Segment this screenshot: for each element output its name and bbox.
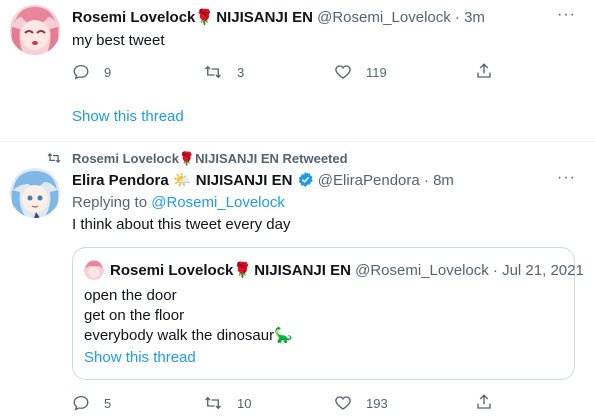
display-name[interactable]: Elira Pendora <box>72 172 169 189</box>
retweet-icon <box>203 63 223 81</box>
quote-avatar <box>84 260 104 280</box>
sun-emoji: 🌤️ <box>172 172 192 189</box>
more-options-button[interactable]: ··· <box>557 6 576 24</box>
handle[interactable]: @EliraPendora <box>318 172 420 189</box>
show-thread-link[interactable]: Show this thread <box>72 108 184 125</box>
replying-to-label: Replying to <box>72 194 148 211</box>
share-button[interactable] <box>475 393 493 411</box>
share-button[interactable] <box>475 62 493 80</box>
retweet-count: 10 <box>237 395 252 411</box>
quote-affiliation: NIJISANJI EN <box>254 262 351 279</box>
avatar[interactable] <box>10 5 60 55</box>
replying-to-handle[interactable]: @Rosemi_Lovelock <box>151 194 285 211</box>
reply-icon <box>72 394 90 412</box>
like-count: 119 <box>366 64 387 80</box>
more-options-button[interactable]: ··· <box>557 169 576 187</box>
reply-icon <box>72 63 90 81</box>
retweet-button[interactable]: 10 <box>203 394 251 412</box>
retweet-icon <box>203 394 223 412</box>
dinosaur-emoji: 🦕 <box>274 327 293 344</box>
affiliation[interactable]: NIJISANJI EN <box>196 172 293 189</box>
retweet-context[interactable]: Rosemi Lovelock🌹NIJISANJI EN Retweeted <box>72 151 348 167</box>
quote-header: Rosemi Lovelock🌹 NIJISANJI EN @Rosemi_Lo… <box>110 261 584 279</box>
verified-icon <box>297 171 314 192</box>
reply-button[interactable]: 9 <box>72 63 111 81</box>
share-icon <box>475 393 493 411</box>
rose-emoji: 🌹 <box>233 262 253 279</box>
quote-line: get on the floor <box>84 307 185 324</box>
quote-handle: @Rosemi_Lovelock <box>355 262 489 279</box>
quote-date: Jul 21, 2021 <box>502 262 584 279</box>
avatar[interactable] <box>10 168 60 218</box>
tweet-header: Elira Pendora 🌤️ NIJISANJI EN @EliraPend… <box>72 171 454 192</box>
like-button[interactable]: 193 <box>334 394 388 412</box>
reply-button[interactable]: 5 <box>72 394 111 412</box>
reply-count: 5 <box>104 395 112 411</box>
reply-count: 9 <box>104 64 112 80</box>
retweet-button[interactable]: 3 <box>203 63 244 81</box>
quote-display-name: Rosemi Lovelock <box>110 262 234 279</box>
divider <box>0 141 595 142</box>
quote-line: everybody walk the dinosaur🦕 <box>84 327 293 344</box>
heart-icon <box>334 394 352 412</box>
retweet-count: 3 <box>237 64 245 80</box>
affiliation[interactable]: NIJISANJI EN <box>216 9 313 26</box>
quote-text: open the door get on the floor everybody… <box>84 286 293 346</box>
heart-icon <box>334 63 352 81</box>
share-icon <box>475 62 493 80</box>
rose-emoji: 🌹 <box>195 9 215 26</box>
separator: · <box>423 172 429 189</box>
like-button[interactable]: 119 <box>334 63 387 81</box>
quote-show-thread-link[interactable]: Show this thread <box>84 349 196 366</box>
timestamp[interactable]: 3m <box>464 9 485 26</box>
retweet-context-icon <box>46 151 62 170</box>
quote-line: open the door <box>84 287 177 304</box>
like-count: 193 <box>366 395 388 411</box>
handle[interactable]: @Rosemi_Lovelock <box>317 9 451 26</box>
separator: · <box>454 9 460 26</box>
tweet-header: Rosemi Lovelock🌹 NIJISANJI EN @Rosemi_Lo… <box>72 8 485 26</box>
display-name[interactable]: Rosemi Lovelock <box>72 9 195 26</box>
replying-to: Replying to @Rosemi_Lovelock <box>72 194 285 211</box>
separator: · <box>492 262 498 279</box>
tweet-text: I think about this tweet every day <box>72 216 291 233</box>
timestamp[interactable]: 8m <box>433 172 454 189</box>
quoted-tweet[interactable]: Rosemi Lovelock🌹 NIJISANJI EN @Rosemi_Lo… <box>72 247 584 380</box>
tweet-text: my best tweet <box>72 32 165 49</box>
